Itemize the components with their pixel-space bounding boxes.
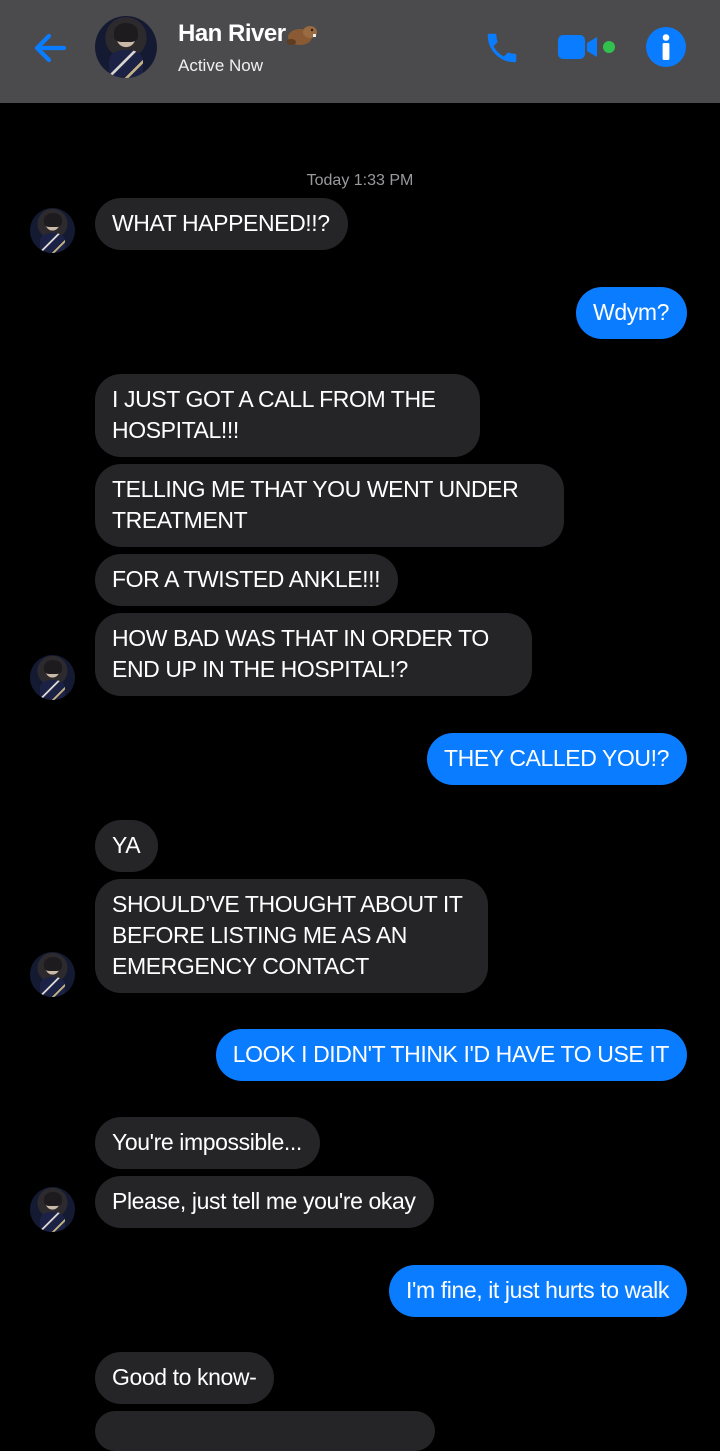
message-timestamp: Today 1:33 PM xyxy=(306,172,414,189)
contact-avatar[interactable] xyxy=(95,16,157,78)
outgoing-message[interactable]: Wdym? xyxy=(576,287,687,339)
incoming-message[interactable]: SHOULD'VE THOUGHT ABOUT IT BEFORE LISTIN… xyxy=(95,879,488,993)
contact-name[interactable]: Han River xyxy=(178,20,286,48)
info-button[interactable] xyxy=(643,24,689,70)
back-arrow-icon xyxy=(34,33,67,63)
incoming-message[interactable]: Good to know- xyxy=(95,1352,275,1404)
beaver-emoji-icon xyxy=(287,26,317,45)
outgoing-message[interactable]: THEY CALLED YOU!? xyxy=(427,733,687,785)
outgoing-message[interactable]: LOOK I DIDN'T THINK I'D HAVE TO USE IT xyxy=(215,1029,687,1081)
outgoing-message[interactable]: I'm fine, it just hurts to walk xyxy=(389,1265,687,1317)
phone-icon xyxy=(487,33,517,63)
video-camera-icon xyxy=(558,35,615,59)
incoming-message[interactable]: FOR A TWISTED ANKLE!!! xyxy=(95,554,399,606)
incoming-message[interactable]: YA xyxy=(95,820,159,872)
info-icon xyxy=(646,27,686,67)
sender-avatar[interactable] xyxy=(30,1187,75,1232)
incoming-message[interactable]: You're impossible... xyxy=(95,1117,320,1169)
video-call-button[interactable] xyxy=(555,28,621,66)
incoming-message[interactable]: WHAT HAPPENED!!? xyxy=(95,198,348,250)
sender-avatar[interactable] xyxy=(30,208,75,253)
call-button[interactable] xyxy=(480,26,524,70)
incoming-message[interactable]: TELLING ME THAT YOU WENT UNDER TREATMENT xyxy=(95,464,564,547)
incoming-message-partial[interactable] xyxy=(95,1411,435,1451)
sender-avatar[interactable] xyxy=(30,952,75,997)
incoming-message[interactable]: I JUST GOT A CALL FROM THE HOSPITAL!!! xyxy=(95,374,480,457)
incoming-message[interactable]: Please, just tell me you're okay xyxy=(95,1176,434,1228)
incoming-message[interactable]: HOW BAD WAS THAT IN ORDER TO END UP IN T… xyxy=(95,613,532,696)
chat-header: Han River Active Now xyxy=(0,0,720,103)
active-status: Active Now xyxy=(178,56,264,75)
sender-avatar[interactable] xyxy=(30,655,75,700)
back-button[interactable] xyxy=(28,26,72,70)
